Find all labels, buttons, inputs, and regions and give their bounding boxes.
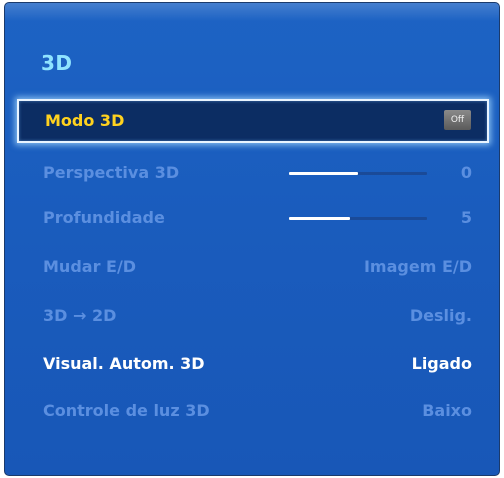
menu-title: 3D [41, 51, 73, 75]
menu-item-3d-to-2d[interactable]: 3D → 2D Deslig. [17, 294, 489, 338]
menu-item-mudar-ed[interactable]: Mudar E/D Imagem E/D [17, 245, 489, 289]
menu-item-value: Baixo [422, 401, 472, 420]
tv-3d-menu: 3D Modo 3D Off Perspectiva 3D 0 Profundi… [4, 2, 500, 476]
menu-item-label: Perspectiva 3D [43, 163, 180, 182]
menu-item-label: Mudar E/D [43, 257, 137, 276]
menu-item-value: Ligado [411, 354, 472, 373]
menu-item-value: 0 [460, 163, 472, 182]
perspectiva-slider[interactable] [289, 172, 427, 175]
menu-item-value: 5 [460, 208, 472, 227]
profundidade-slider-fill [289, 217, 350, 220]
profundidade-slider[interactable] [289, 217, 427, 220]
menu-item-modo-3d[interactable]: Modo 3D Off [17, 99, 489, 143]
menu-item-value: Imagem E/D [363, 257, 472, 276]
menu-item-value: Deslig. [409, 306, 472, 325]
menu-item-label: 3D → 2D [43, 306, 117, 325]
menu-item-controle-luz-3d[interactable]: Controle de luz 3D Baixo [17, 389, 489, 433]
off-badge: Off [444, 110, 471, 130]
menu-item-perspectiva-3d[interactable]: Perspectiva 3D 0 [17, 151, 489, 195]
menu-item-label: Modo 3D [45, 111, 125, 130]
perspectiva-slider-fill [289, 172, 358, 175]
menu-item-label: Profundidade [43, 208, 165, 227]
menu-item-visual-autom-3d[interactable]: Visual. Autom. 3D Ligado [17, 342, 489, 386]
menu-item-label: Controle de luz 3D [43, 401, 210, 420]
menu-item-label: Visual. Autom. 3D [43, 354, 205, 373]
menu-item-profundidade[interactable]: Profundidade 5 [17, 196, 489, 240]
